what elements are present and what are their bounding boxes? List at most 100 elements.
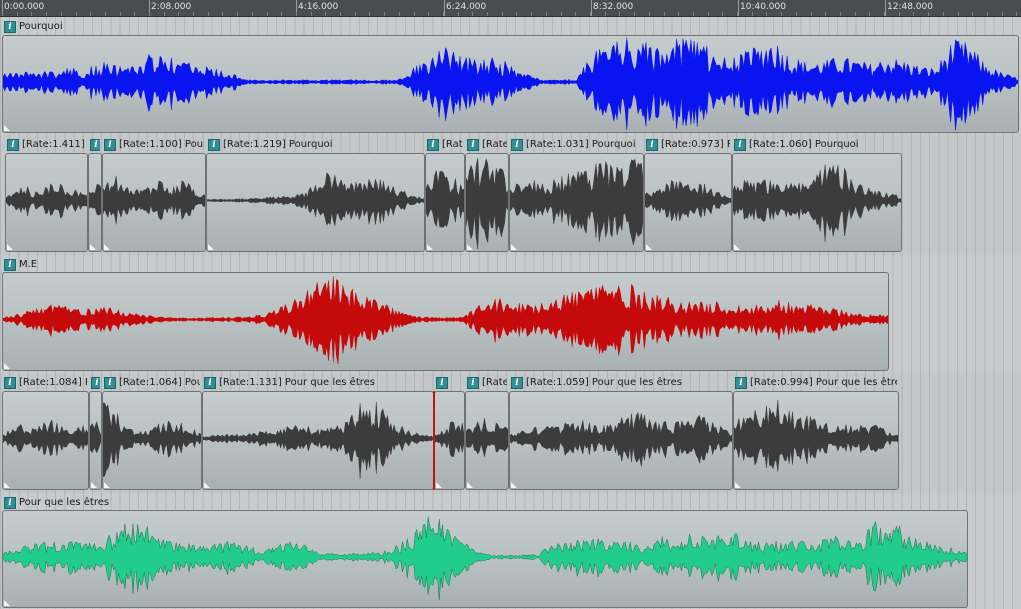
timeline-ruler[interactable]: 0:00.000 2:08.000 4:16.000 6:24.000 8:32.000… (0, 0, 1021, 17)
info-icon[interactable]: i (735, 376, 747, 389)
track-pourquoi-stretched[interactable]: i[Rate:1.411]ii[Rate:1.100] Pourquoii[Ra… (0, 135, 1021, 255)
info-icon[interactable]: i (646, 138, 658, 151)
info-icon[interactable]: i (467, 376, 479, 389)
clip-name: [Rate:1.131] Pour que les êtres (219, 377, 375, 388)
clip-fade-handle[interactable] (4, 363, 10, 369)
clip-header[interactable]: i[Rate: (467, 138, 507, 151)
clip-header[interactable]: i[Rate:1.084] Pour que les êtres (4, 376, 87, 389)
audio-clip[interactable] (202, 391, 434, 490)
clip-fade-handle[interactable] (4, 600, 10, 606)
clip-fade-handle[interactable] (436, 482, 442, 488)
audio-clip[interactable] (509, 391, 733, 490)
track-pour-que-stretched[interactable]: i[Rate:1.084] Pour que les êtresii[Rate:… (0, 373, 1021, 493)
clip-fade-handle[interactable] (208, 244, 214, 250)
clip-header[interactable]: i [Rate:1.031] Pourquoi (511, 138, 642, 151)
info-icon[interactable]: i (104, 376, 116, 389)
ruler-minor-tick (76, 12, 77, 16)
ruler-minor-tick (428, 12, 429, 16)
clip-fade-handle[interactable] (104, 482, 110, 488)
info-icon[interactable]: i (511, 376, 523, 389)
clip-fade-handle[interactable] (90, 244, 96, 250)
audio-clip[interactable] (434, 391, 465, 490)
info-icon[interactable]: i (467, 138, 479, 151)
track-me[interactable]: i M.E (0, 255, 1021, 373)
waveform (6, 183, 87, 219)
audio-clip[interactable] (2, 272, 889, 371)
audio-clip[interactable] (88, 153, 102, 252)
clip-header[interactable]: i (91, 376, 100, 389)
clip-header[interactable]: i Pourquoi (4, 20, 1017, 33)
clip-fade-handle[interactable] (91, 482, 97, 488)
ruler-minor-tick (46, 12, 47, 16)
clip-fade-handle[interactable] (467, 244, 473, 250)
clip-fade-handle[interactable] (427, 244, 433, 250)
clip-fade-handle[interactable] (467, 482, 473, 488)
clip-header[interactable]: i [Rate:1.411] (7, 138, 86, 151)
info-icon[interactable]: i (90, 138, 100, 151)
clip-header[interactable]: i [Rate:1.060] Pourquoi (734, 138, 900, 151)
clip-fade-handle[interactable] (511, 482, 517, 488)
info-icon[interactable]: i (4, 376, 16, 389)
audio-clip[interactable] (102, 153, 206, 252)
clip-header[interactable]: i[Rate:1.100] Pourquoi (104, 138, 204, 151)
info-icon[interactable]: i (208, 138, 220, 151)
edit-marker[interactable] (433, 391, 435, 490)
info-icon[interactable]: i (427, 138, 439, 151)
waveform-shape (3, 419, 88, 457)
clip-fade-handle[interactable] (646, 244, 652, 250)
info-icon[interactable]: i (511, 138, 523, 151)
info-icon[interactable]: i (734, 138, 746, 151)
audio-clip[interactable] (465, 391, 509, 490)
audio-clip[interactable] (425, 153, 465, 252)
audio-clip[interactable] (644, 153, 732, 252)
info-icon[interactable]: i (4, 20, 16, 33)
audio-clip[interactable] (102, 391, 202, 490)
info-icon[interactable]: i (104, 138, 116, 151)
clip-fade-handle[interactable] (735, 482, 741, 488)
clip-header[interactable]: i [Rate:1.059] Pour que les êtres (511, 376, 731, 389)
track-area[interactable]: i Pourquoi i [Rate:1.411] i i [Rate:1.100] Pou… (0, 17, 1021, 609)
ruler-minor-tick (61, 12, 62, 16)
clip-fade-handle[interactable] (734, 244, 740, 250)
info-icon[interactable]: i (436, 376, 448, 389)
clip-header[interactable]: i M.E (4, 258, 887, 271)
audio-clip[interactable] (733, 391, 899, 490)
clip-header[interactable]: i[Rate:0.973] Pourquoi (646, 138, 730, 151)
info-icon[interactable]: i (4, 258, 16, 271)
track-pourquoi[interactable]: i Pourquoi (0, 17, 1021, 135)
clip-header[interactable]: i (90, 138, 100, 151)
audio-clip[interactable] (206, 153, 425, 252)
clip-header[interactable]: i Pour que les êtres (4, 496, 966, 509)
audio-clip[interactable] (89, 391, 102, 490)
track-pour-que[interactable]: i Pour que les êtres (0, 493, 1021, 609)
clip-fade-handle[interactable] (7, 244, 13, 250)
clip-header[interactable]: i [Rate:0.994] Pour que les êtres (735, 376, 897, 389)
audio-clip[interactable] (2, 510, 968, 608)
info-icon[interactable]: i (4, 496, 16, 509)
audio-clip[interactable] (5, 153, 88, 252)
audio-clip[interactable] (2, 391, 89, 490)
clip-header[interactable]: i[Rate:1.064] Pour que les êtres (104, 376, 200, 389)
clip-header[interactable]: i [Rate:1.131] Pour que les êtres (204, 376, 432, 389)
clip-fade-handle[interactable] (511, 244, 517, 250)
info-icon[interactable]: i (91, 376, 100, 389)
audio-clip[interactable] (465, 153, 509, 252)
clip-fade-handle[interactable] (4, 125, 10, 131)
info-icon[interactable]: i (204, 376, 216, 389)
clip-header[interactable]: i[Rate: (427, 138, 463, 151)
audio-clip[interactable] (732, 153, 902, 252)
clip-header[interactable]: i[Rate: (467, 376, 507, 389)
clip-header[interactable]: i (436, 376, 463, 389)
ruler-major-tick (885, 0, 886, 16)
audio-clip[interactable] (509, 153, 644, 252)
audio-clip[interactable] (2, 35, 1019, 133)
clip-fade-handle[interactable] (204, 482, 210, 488)
waveform (510, 411, 732, 467)
ruler-time-label: 0:00.000 (4, 2, 45, 12)
clip-fade-handle[interactable] (104, 244, 110, 250)
clip-header[interactable]: i [Rate:1.219] Pourquoi (208, 138, 423, 151)
ruler-minor-tick (1016, 12, 1017, 16)
clip-fade-handle[interactable] (4, 482, 10, 488)
info-icon[interactable]: i (7, 138, 19, 151)
ruler-minor-tick (281, 12, 282, 16)
